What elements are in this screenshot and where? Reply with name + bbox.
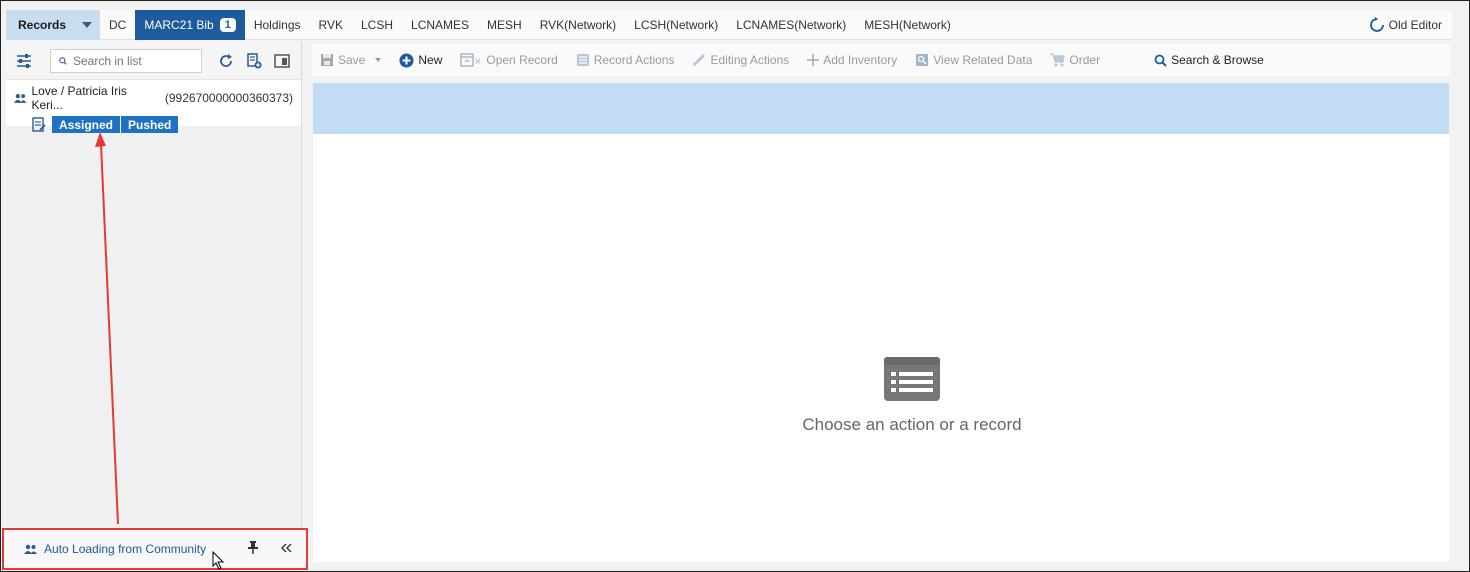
- tab-lcnames-network[interactable]: LCNAMES(Network): [727, 10, 855, 40]
- plus-icon: [807, 54, 820, 66]
- collapse-panel-icon[interactable]: [280, 542, 292, 557]
- new-label: New: [418, 53, 443, 67]
- auto-loading-label[interactable]: Auto Loading from Community: [44, 542, 206, 556]
- tab-label: MESH: [487, 17, 522, 32]
- cart-icon: [1050, 53, 1066, 67]
- tab-label: RVK: [318, 17, 343, 32]
- tab-holdings[interactable]: Holdings: [245, 10, 310, 40]
- tab-label: MESH(Network): [864, 17, 951, 32]
- open-record-label: Open Record: [486, 53, 558, 67]
- tab-marc21-bib[interactable]: MARC21 Bib 1: [135, 9, 245, 40]
- record-list-panel: Love / Patricia Iris Keri... (9926700000…: [6, 42, 302, 528]
- open-record-button[interactable]: × Open Record: [460, 53, 558, 67]
- open-record-icon: ×: [460, 53, 482, 67]
- list-document-icon: [576, 54, 589, 66]
- tab-label: MARC21 Bib: [144, 17, 214, 32]
- search-browse-label: Search & Browse: [1171, 53, 1264, 67]
- view-related-data-label: View Related Data: [933, 53, 1033, 67]
- count-badge: 1: [219, 17, 236, 32]
- refresh-circle-icon: [1369, 17, 1384, 32]
- tab-label: LCNAMES(Network): [736, 17, 847, 32]
- record-title: Love / Patricia Iris Keri...: [31, 84, 127, 112]
- filter-sliders-icon[interactable]: [14, 51, 34, 71]
- add-inventory-label: Add Inventory: [823, 53, 898, 67]
- pushed-tag: Pushed: [121, 116, 179, 133]
- auto-loading-bar[interactable]: Auto Loading from Community: [2, 528, 308, 570]
- records-label: Records: [18, 17, 67, 32]
- tab-label: DC: [109, 17, 127, 32]
- new-button[interactable]: New: [399, 53, 442, 68]
- old-editor-link[interactable]: Old Editor: [1369, 10, 1442, 40]
- editor-main-area: Choose an action or a record: [313, 134, 1449, 562]
- tab-rvk-network[interactable]: RVK(Network): [531, 10, 625, 40]
- main-toolbar: Save New × Open Record Record Actions Ed…: [312, 44, 1450, 76]
- search-icon: [59, 56, 67, 65]
- old-editor-label: Old Editor: [1388, 18, 1442, 32]
- users-icon: [14, 93, 27, 103]
- editing-actions-label: Editing Actions: [710, 53, 790, 67]
- tab-mesh[interactable]: MESH: [478, 10, 531, 40]
- view-related-data-button[interactable]: View Related Data: [915, 53, 1032, 67]
- caret-down-icon: [375, 58, 382, 62]
- tab-dc[interactable]: DC: [100, 10, 135, 40]
- svg-text:×: ×: [474, 57, 482, 67]
- record-mms-id: (992670000000360373): [164, 91, 293, 105]
- document-edit-icon: [32, 117, 46, 132]
- search-icon: [1154, 54, 1167, 67]
- list-toolbar: [6, 42, 301, 80]
- add-inventory-button[interactable]: Add Inventory: [807, 53, 897, 67]
- tab-lcsh[interactable]: LCSH: [352, 10, 402, 40]
- save-button[interactable]: Save: [320, 53, 382, 67]
- empty-state: Choose an action or a record: [313, 356, 1470, 435]
- record-actions-label: Record Actions: [593, 53, 675, 67]
- add-record-icon[interactable]: [244, 51, 264, 71]
- mouse-cursor-icon: [212, 551, 225, 570]
- list-card-icon: [884, 357, 940, 401]
- empty-state-text: Choose an action or a record: [802, 415, 1022, 434]
- tab-lcsh-network[interactable]: LCSH(Network): [625, 10, 727, 40]
- related-data-icon: [916, 54, 929, 66]
- editing-actions-button[interactable]: Editing Actions: [692, 53, 789, 67]
- record-actions-button[interactable]: Record Actions: [576, 53, 675, 67]
- assigned-tag: Assigned: [52, 116, 121, 133]
- order-button[interactable]: Order: [1050, 53, 1100, 67]
- floppy-icon: [321, 54, 333, 66]
- plus-circle-icon: [399, 53, 414, 67]
- save-label: Save: [338, 53, 366, 67]
- pin-icon[interactable]: [248, 541, 258, 557]
- tab-mesh-network[interactable]: MESH(Network): [855, 10, 960, 40]
- tab-label: Holdings: [253, 17, 301, 32]
- tab-label: LCNAMES: [411, 17, 470, 32]
- list-item[interactable]: Love / Patricia Iris Keri... (9926700000…: [6, 80, 301, 133]
- users-icon: [24, 544, 37, 554]
- top-tab-bar: Records DC MARC21 Bib 1 Holdings RVK LCS…: [6, 9, 1452, 40]
- search-list-box[interactable]: [50, 48, 202, 73]
- tab-rvk[interactable]: RVK: [310, 10, 352, 40]
- search-list-input[interactable]: [73, 53, 193, 68]
- caret-down-icon: [82, 21, 92, 28]
- tab-lcnames[interactable]: LCNAMES: [402, 10, 478, 40]
- tab-label: LCSH(Network): [634, 17, 719, 32]
- records-dropdown-button[interactable]: Records: [6, 9, 100, 40]
- search-browse-button[interactable]: Search & Browse: [1154, 53, 1264, 67]
- tab-label: RVK(Network): [539, 17, 617, 32]
- record-header-strip: [313, 83, 1449, 134]
- refresh-icon[interactable]: [216, 51, 236, 71]
- order-label: Order: [1069, 53, 1101, 67]
- pencil-icon: [693, 53, 706, 67]
- tab-label: LCSH: [361, 17, 394, 32]
- panel-layout-icon[interactable]: [272, 51, 292, 71]
